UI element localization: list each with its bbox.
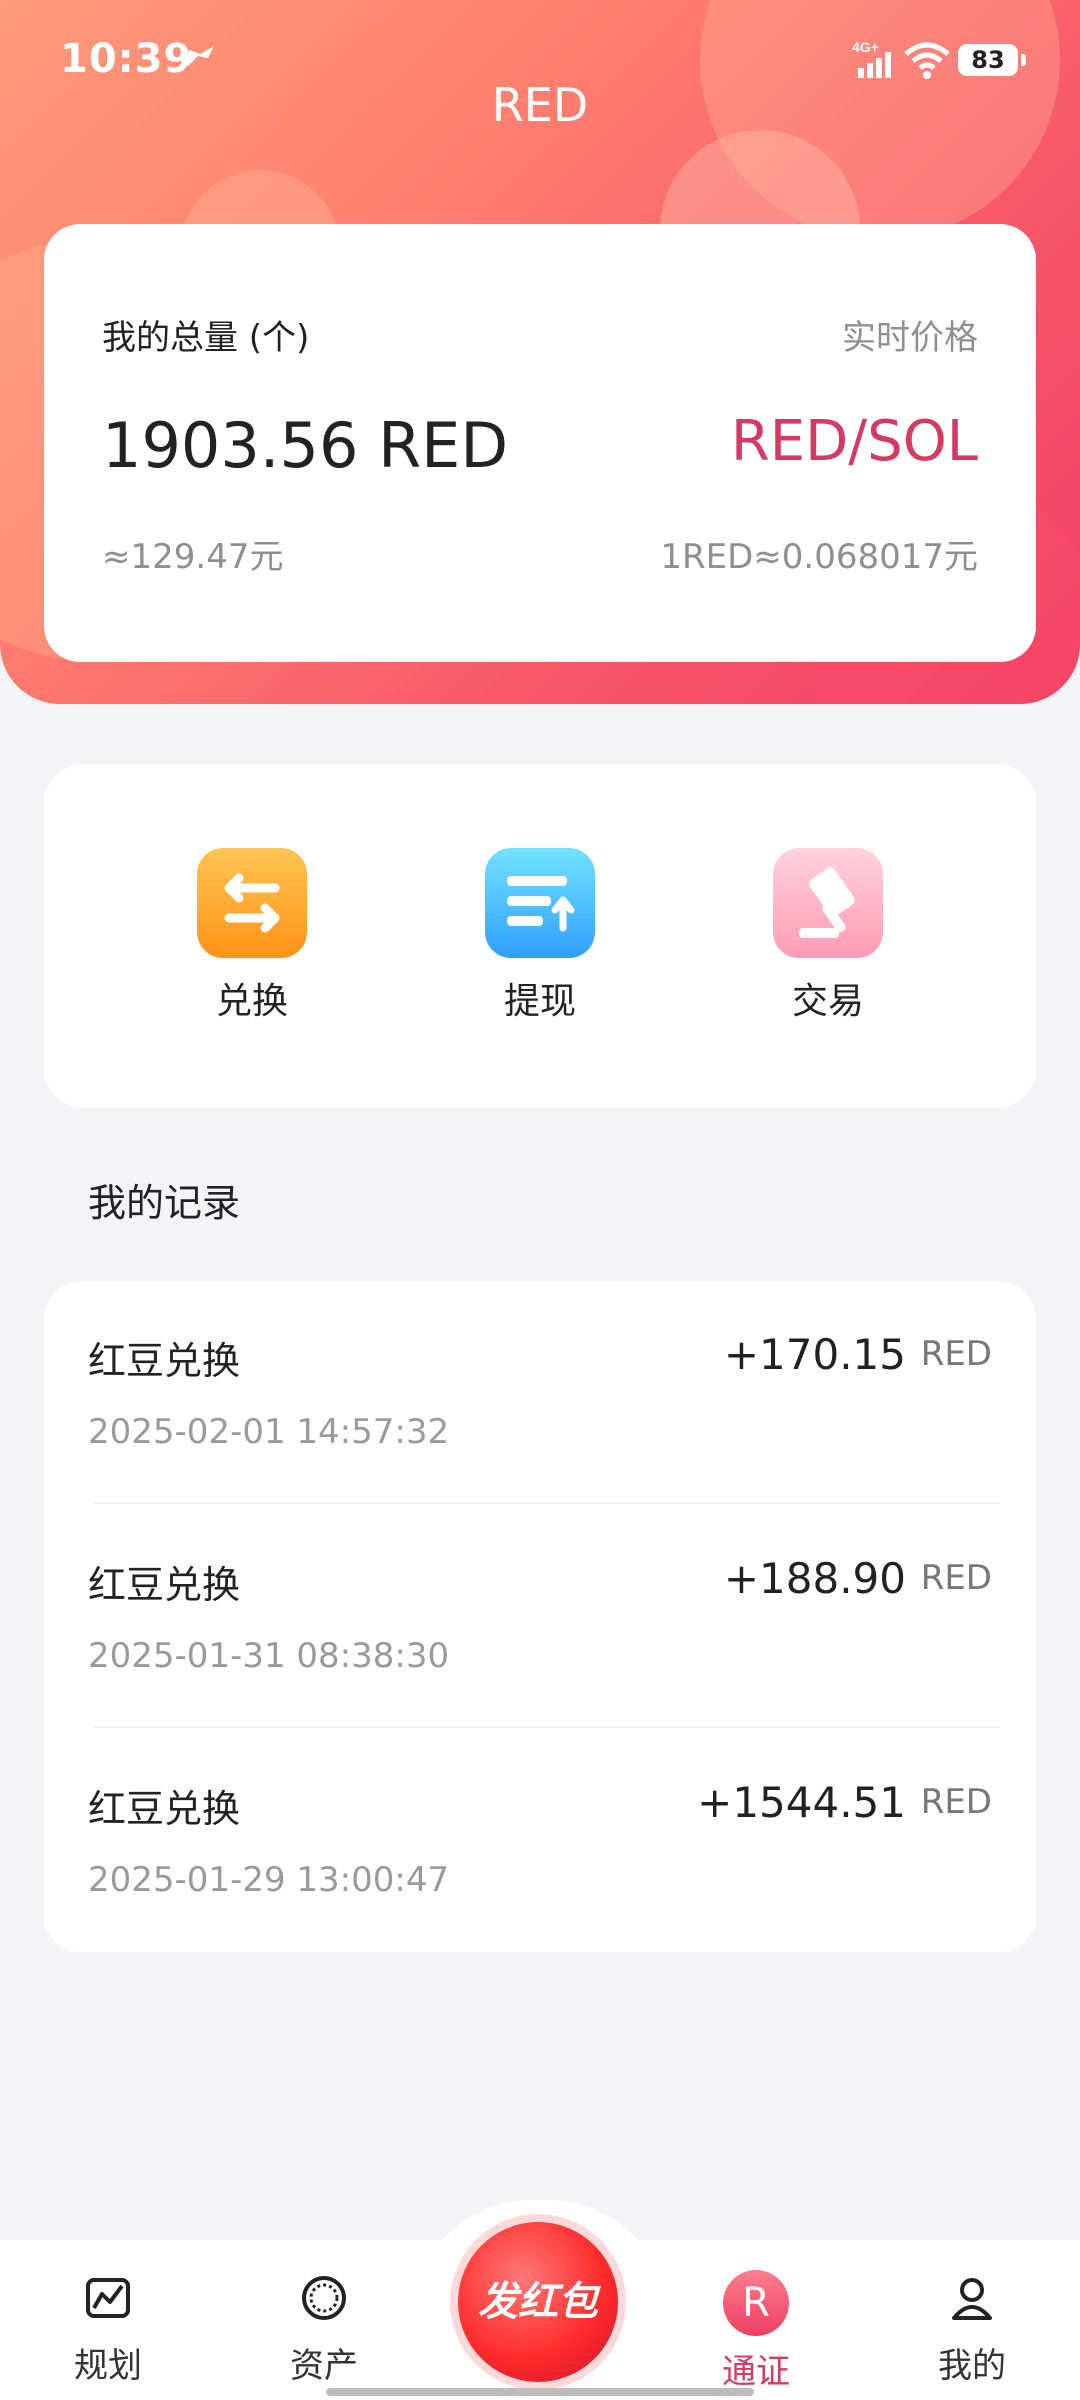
record-name: 红豆兑换 — [88, 1339, 241, 1383]
profile-icon — [952, 2278, 992, 2320]
withdraw-label: 提现 — [503, 981, 576, 1022]
record-time: 2025-01-29 13:00:47 — [88, 1860, 450, 1900]
trade-button[interactable]: 交易 — [728, 848, 928, 1024]
price-label: 实时价格 — [842, 318, 978, 358]
nav-label-token: 通证 — [722, 2352, 790, 2392]
nav-item-assets[interactable]: 资产 — [254, 2270, 394, 2387]
divider — [94, 1502, 1000, 1504]
trade-label: 交易 — [791, 981, 864, 1022]
record-time: 2025-02-01 14:57:32 — [88, 1412, 450, 1452]
send-red-packet-button[interactable]: 发红包 — [458, 2222, 618, 2382]
record-unit: RED — [920, 1558, 992, 1598]
nav-item-plan[interactable]: 规划 — [38, 2270, 178, 2387]
assets-icon — [302, 2276, 346, 2320]
page-title: RED — [491, 78, 589, 132]
record-unit: RED — [920, 1782, 992, 1822]
trading-pair[interactable]: RED/SOL — [731, 409, 978, 474]
unit-price: 1RED≈0.068017元 — [660, 537, 978, 577]
nav-label-assets: 资产 — [290, 2346, 358, 2386]
trade-icon — [773, 848, 883, 958]
status-time: 10:39 — [60, 36, 193, 82]
home-indicator[interactable] — [326, 2388, 754, 2396]
nav-item-token[interactable]: R 通证 — [686, 2270, 826, 2393]
record-name: 红豆兑换 — [88, 1563, 241, 1607]
list-item[interactable]: 红豆兑换 +1544.51 RED 2025-01-29 13:00:47 — [44, 1730, 1036, 1952]
list-item[interactable]: 红豆兑换 +170.15 RED 2025-02-01 14:57:32 — [44, 1282, 1036, 1504]
balance-summary-card: 我的总量 (个) 实时价格 1903.56 RED RED/SOL ≈129.4… — [44, 224, 1036, 662]
total-label: 我的总量 (个) — [102, 318, 310, 358]
withdraw-button[interactable]: 提现 — [440, 848, 640, 1024]
records-list: 红豆兑换 +170.15 RED 2025-02-01 14:57:32 红豆兑… — [44, 1282, 1036, 1952]
exchange-icon — [197, 848, 307, 958]
token-icon: R — [723, 2270, 789, 2336]
actions-card: 兑换 提现 交易 — [44, 764, 1036, 1108]
record-name: 红豆兑换 — [88, 1787, 241, 1831]
wifi-icon — [904, 42, 950, 79]
signal-icon: 4G+ — [852, 39, 891, 78]
exchange-label: 兑换 — [215, 981, 288, 1022]
record-unit: RED — [920, 1334, 992, 1374]
svg-text:4G+: 4G+ — [852, 39, 879, 55]
nav-label-plan: 规划 — [74, 2346, 142, 2386]
approx-value: ≈129.47元 — [102, 537, 284, 577]
records-title: 我的记录 — [88, 1181, 241, 1225]
record-time: 2025-01-31 08:38:30 — [88, 1636, 450, 1676]
plan-icon — [86, 2278, 130, 2318]
withdraw-icon — [485, 848, 595, 958]
divider — [94, 1726, 1000, 1728]
nav-item-profile[interactable]: 我的 — [902, 2270, 1042, 2387]
nav-label-profile: 我的 — [938, 2346, 1006, 2386]
battery-icon: 83 — [958, 44, 1026, 76]
record-value: +188.90 — [723, 1554, 906, 1603]
record-value: +1544.51 — [697, 1778, 906, 1827]
exchange-button[interactable]: 兑换 — [152, 848, 352, 1024]
record-value: +170.15 — [723, 1330, 906, 1379]
total-amount: 1903.56 RED — [102, 409, 509, 482]
notification-icon — [180, 46, 214, 66]
list-item[interactable]: 红豆兑换 +188.90 RED 2025-01-31 08:38:30 — [44, 1506, 1036, 1728]
